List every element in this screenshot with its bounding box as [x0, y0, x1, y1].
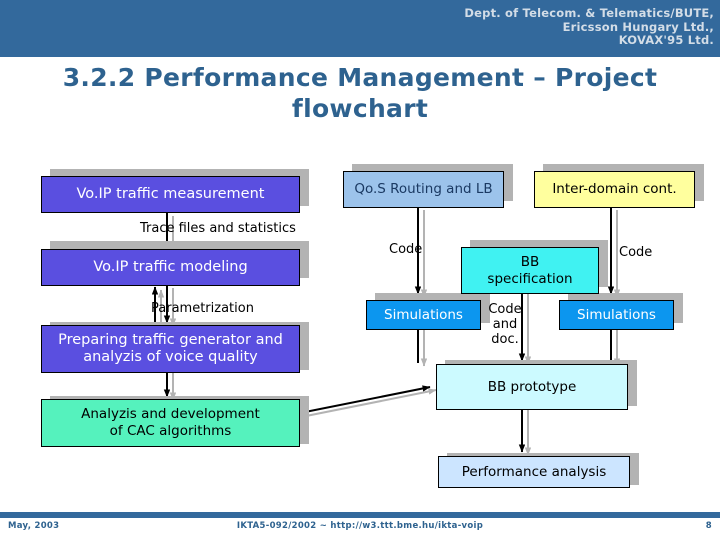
node-cac-algorithms[interactable]: Analyzis and development of CAC algorith… — [41, 399, 300, 447]
node-bb-specification[interactable]: BB specification — [461, 247, 599, 294]
node-label: BB specification — [487, 253, 573, 287]
node-performance-analysis[interactable]: Performance analysis — [438, 456, 630, 488]
node-label: BB prototype — [487, 378, 577, 395]
node-voip-traffic-modeling[interactable]: Vo.IP traffic modeling — [41, 249, 300, 286]
node-simulations-right[interactable]: Simulations — [559, 300, 674, 330]
slide: Dept. of Telecom. & Telematics/BUTE, Eri… — [0, 0, 720, 540]
node-label: Vo.IP traffic modeling — [93, 259, 248, 275]
edge-label-code-left: Code — [389, 242, 423, 257]
node-preparing-traffic-generator[interactable]: Preparing traffic generator and analyzis… — [41, 325, 300, 373]
edge-label-parametrization: Parametrization — [151, 301, 254, 316]
footer-rule — [0, 512, 720, 518]
node-label: Performance analysis — [461, 463, 607, 480]
node-label: Preparing traffic generator and analyzis… — [58, 332, 283, 365]
node-qos-routing-and-lb[interactable]: Qo.S Routing and LB — [343, 171, 504, 208]
footer-project-reference: IKTA5-092/2002 ~ http://w3.ttt.bme.hu/ik… — [236, 521, 484, 531]
edge-label-trace-files: Trace files and statistics — [140, 221, 296, 236]
node-label: Simulations — [577, 306, 656, 323]
node-voip-traffic-measurement[interactable]: Vo.IP traffic measurement — [41, 176, 300, 213]
node-label: Qo.S Routing and LB — [354, 181, 493, 197]
edge-label-code-and-doc: Code and doc. — [488, 302, 522, 347]
node-inter-domain-cont[interactable]: Inter-domain cont. — [534, 171, 695, 208]
node-label: Analyzis and development of CAC algorith… — [81, 406, 260, 439]
footer-page-number: 8 — [705, 521, 712, 531]
node-label: Vo.IP traffic measurement — [76, 186, 265, 202]
node-simulations-left[interactable]: Simulations — [366, 300, 481, 330]
node-label: Inter-domain cont. — [552, 181, 677, 197]
edge-label-code-right: Code — [619, 245, 653, 260]
node-label: Simulations — [384, 306, 463, 323]
node-bb-prototype[interactable]: BB prototype — [436, 364, 628, 410]
flowchart: Vo.IP traffic measurement Qo.S Routing a… — [0, 0, 720, 540]
